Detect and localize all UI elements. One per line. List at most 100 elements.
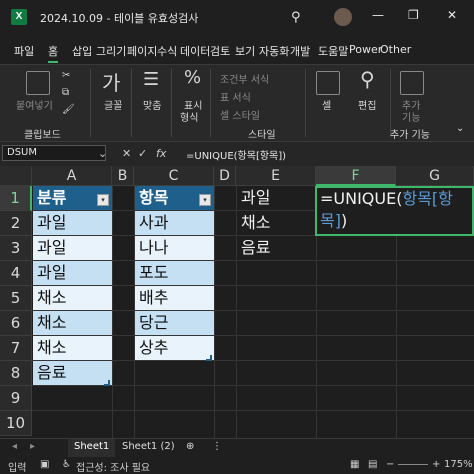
sheet-tab[interactable]: Sheet1 (2) — [116, 439, 181, 457]
row-header[interactable]: 2 — [0, 211, 32, 236]
table-cell[interactable]: 채소 — [33, 336, 112, 360]
sheet-tab-active[interactable]: Sheet1 — [68, 439, 116, 459]
table-cell[interactable]: 채소 — [33, 311, 112, 335]
cancel-formula-button[interactable]: ✕ — [122, 147, 131, 160]
font-icon[interactable]: 가 — [102, 67, 120, 96]
filter-dropdown-icon[interactable]: ▾ — [97, 194, 109, 206]
enter-formula-button[interactable]: ✓ — [138, 147, 147, 160]
column-header-active[interactable]: F — [316, 166, 396, 186]
cell[interactable]: 과일 — [237, 186, 316, 210]
table-cell[interactable]: 과일 — [33, 261, 112, 285]
table-cell[interactable]: 상추 — [135, 336, 214, 360]
zoom-in-icon[interactable]: + — [432, 459, 440, 470]
tab-formulas[interactable]: 수식 — [157, 43, 177, 59]
zoom-out-icon[interactable]: − — [386, 459, 394, 470]
row-header[interactable]: 4 — [0, 261, 32, 286]
conditional-format-button[interactable]: 조건부 서식 — [220, 71, 269, 86]
tab-data[interactable]: 데이터 — [180, 43, 210, 59]
table-cell[interactable]: 당근 — [135, 311, 214, 335]
table-header-cell[interactable]: 항목 ▾ — [135, 186, 214, 210]
row-header[interactable]: 5 — [0, 286, 32, 311]
paste-icon[interactable] — [26, 71, 50, 95]
row-header-active[interactable]: 1 — [0, 186, 32, 211]
edit-button[interactable]: 편집 — [358, 97, 376, 112]
tab-insert[interactable]: 삽입 — [72, 43, 92, 59]
format-as-table-button[interactable]: 표 서식 — [220, 89, 251, 104]
row-header[interactable]: 6 — [0, 311, 32, 336]
scroll-tabs-left-icon[interactable]: ◂ — [6, 439, 23, 457]
column-header[interactable]: E — [236, 166, 316, 186]
insert-function-button[interactable]: fx — [156, 147, 166, 160]
table-cell[interactable]: 포도 — [135, 261, 214, 285]
filter-dropdown-icon[interactable]: ▾ — [199, 194, 211, 206]
cells-button[interactable]: 셀 — [322, 97, 331, 112]
table-cell[interactable]: 나나 — [135, 236, 214, 260]
font-button[interactable]: 글꼴 — [104, 97, 122, 112]
row-header[interactable]: 7 — [0, 336, 32, 361]
accessibility-status[interactable]: 접근성: 조사 필요 — [76, 459, 150, 474]
tab-automate[interactable]: 자동화 — [259, 43, 289, 59]
cell[interactable]: 음료 — [237, 236, 316, 260]
column-header[interactable]: D — [214, 166, 236, 186]
table-cell[interactable]: 과일 — [33, 236, 112, 260]
table-cell[interactable]: 배추 — [135, 286, 214, 310]
row-header[interactable]: 3 — [0, 236, 32, 261]
tab-other[interactable]: Other — [380, 43, 411, 56]
column-header[interactable]: G — [396, 166, 474, 186]
column-header[interactable]: A — [32, 166, 112, 186]
table-cell[interactable]: 과일 — [33, 211, 112, 235]
scroll-tabs-right-icon[interactable]: ▸ — [24, 439, 41, 457]
table-header-cell[interactable]: 분류 ▾ — [33, 186, 112, 210]
cut-icon[interactable]: ✂ — [62, 70, 70, 81]
page-layout-view-icon[interactable]: ▤ — [368, 459, 377, 470]
cell-styles-button[interactable]: 셀 스타일 — [220, 107, 260, 122]
accessibility-icon[interactable]: ♿ — [62, 459, 71, 470]
tab-view[interactable]: 보기 — [235, 43, 255, 59]
active-cell-editor[interactable]: =UNIQUE(항목[항목]) — [315, 186, 474, 236]
tab-home[interactable]: 홈 — [48, 43, 59, 63]
table-cell[interactable]: 음료 — [33, 361, 112, 385]
name-box[interactable]: DSUM — [2, 145, 106, 161]
cell[interactable]: 채소 — [237, 211, 316, 235]
formula-input[interactable]: =UNIQUE(항목[항목]) — [186, 147, 286, 162]
tab-page-layout[interactable]: 페이지 — [127, 43, 157, 59]
column-header[interactable]: B — [112, 166, 134, 186]
tab-file[interactable]: 파일 — [14, 43, 34, 59]
zoom-level[interactable]: 175% — [444, 459, 473, 470]
tab-options-icon[interactable]: ⋮ — [206, 439, 228, 457]
table-resize-handle[interactable] — [104, 380, 110, 386]
avatar[interactable] — [334, 8, 352, 26]
chevron-down-icon[interactable]: ⌄ — [98, 147, 107, 160]
search-icon[interactable]: ⚲ — [291, 10, 301, 25]
macro-record-icon[interactable]: ▣ — [40, 459, 49, 470]
table-resize-handle[interactable] — [206, 355, 212, 361]
normal-view-icon[interactable]: ▦ — [350, 459, 359, 470]
ribbon-collapse-icon[interactable]: ⌄ — [456, 123, 464, 134]
format-painter-icon[interactable]: 🖌 — [62, 104, 75, 115]
tab-developer[interactable]: 개발 — [290, 43, 310, 59]
tab-help[interactable]: 도움말 — [318, 43, 348, 59]
add-sheet-icon[interactable]: ⊕ — [180, 439, 200, 457]
row-header[interactable]: 9 — [0, 386, 32, 411]
tab-review[interactable]: 검토 — [210, 43, 230, 59]
column-header[interactable]: C — [134, 166, 214, 186]
zoom-slider[interactable] — [398, 464, 428, 465]
close-icon[interactable]: ✕ — [447, 8, 457, 22]
table-cell[interactable]: 사과 — [135, 211, 214, 235]
select-all-corner[interactable] — [0, 166, 32, 186]
align-icon[interactable]: ☰ — [143, 69, 159, 90]
number-format-icon[interactable]: % — [184, 67, 201, 88]
restore-icon[interactable]: ❐ — [408, 8, 419, 22]
paste-button[interactable]: 붙여넣기 — [16, 97, 53, 112]
tab-power[interactable]: Power — [349, 43, 382, 56]
copy-icon[interactable]: ⧉ — [62, 87, 69, 98]
worksheet-grid[interactable]: A B C D E F G 1 2 3 4 5 6 7 8 9 10 분류 ▾ … — [0, 166, 474, 438]
search-edit-icon[interactable]: ⚲ — [360, 67, 375, 91]
row-header[interactable]: 8 — [0, 361, 32, 386]
row-header[interactable]: 10 — [0, 411, 32, 436]
addins-icon[interactable] — [400, 71, 424, 95]
tab-draw[interactable]: 그리기 — [96, 43, 126, 59]
align-button[interactable]: 맞춤 — [143, 97, 161, 112]
table-cell[interactable]: 채소 — [33, 286, 112, 310]
minimize-icon[interactable]: — — [372, 8, 384, 22]
